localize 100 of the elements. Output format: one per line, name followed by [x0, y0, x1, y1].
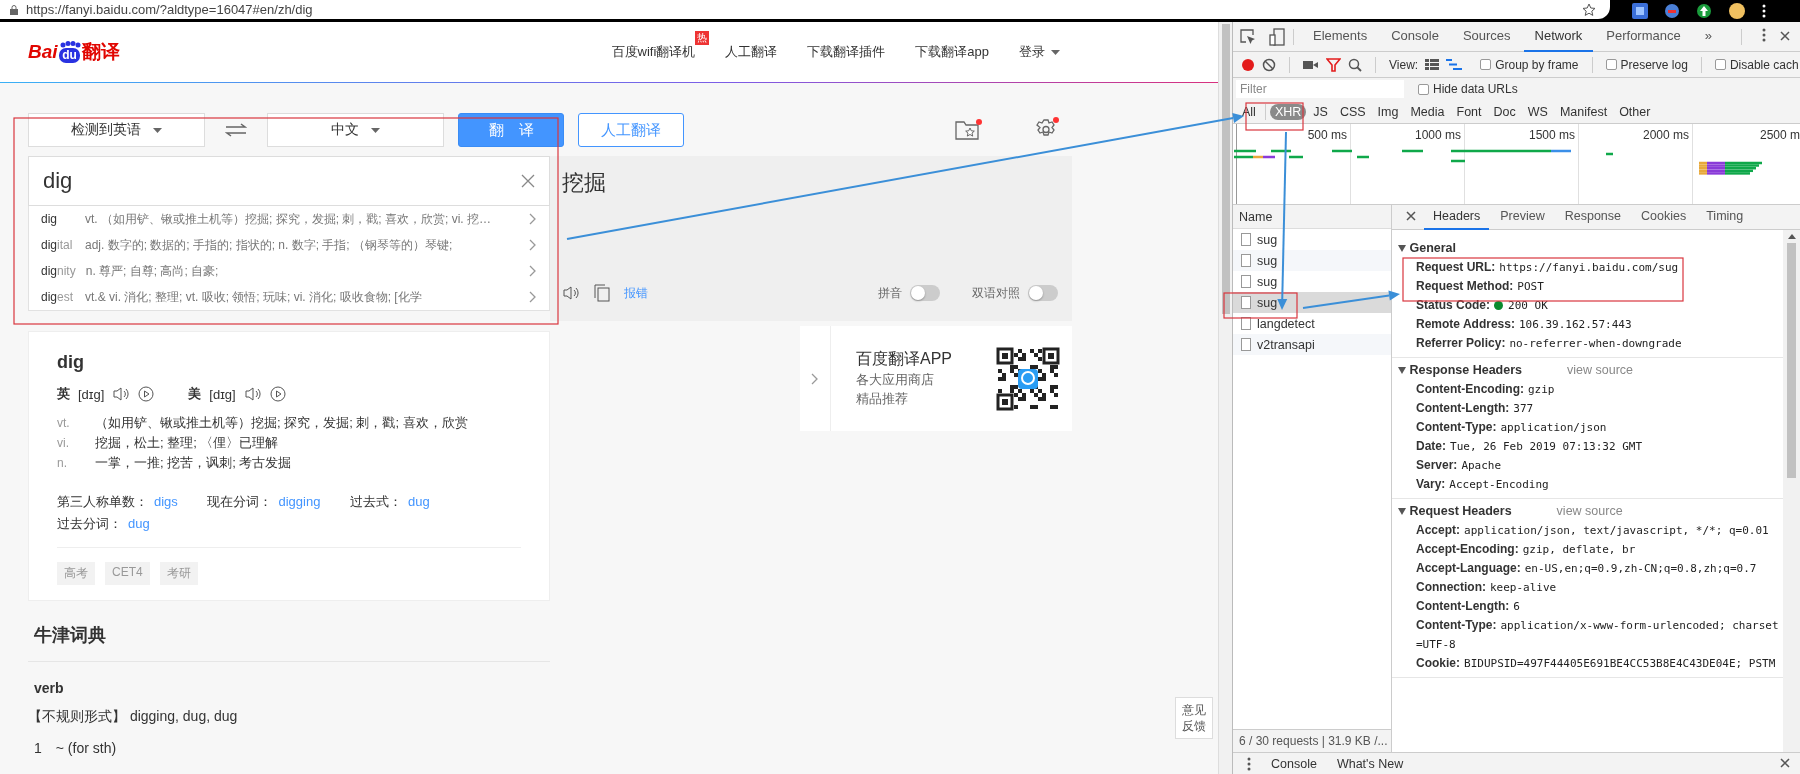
- lock-icon: [10, 4, 18, 15]
- section-header[interactable]: General: [1398, 241, 1457, 255]
- scrollbar-thumb[interactable]: [1221, 24, 1230, 314]
- search-icon[interactable]: [1348, 57, 1362, 72]
- list-view-icon[interactable]: [1425, 59, 1440, 70]
- section-header[interactable]: Response Headers: [1398, 363, 1523, 377]
- nav-link[interactable]: 人工翻译: [725, 43, 778, 61]
- more-menu-icon[interactable]: [1762, 28, 1766, 42]
- devtools-tab[interactable]: Elements: [1302, 21, 1379, 52]
- toggle-switch[interactable]: [910, 285, 940, 301]
- nav-link[interactable]: 登录: [1019, 43, 1060, 61]
- promo-title: 百度翻译APP: [856, 349, 953, 369]
- type-filter[interactable]: Other: [1614, 103, 1656, 120]
- promo-text: 各大应用商店: [856, 371, 935, 389]
- type-filter[interactable]: WS: [1522, 103, 1553, 120]
- speaker-icon[interactable]: [112, 386, 131, 402]
- column-header[interactable]: Name: [1233, 205, 1391, 229]
- detail-tab[interactable]: Headers: [1424, 204, 1490, 230]
- checkbox[interactable]: [1418, 83, 1429, 95]
- app-promo-card[interactable]: 百度翻译APP 各大应用商店 精品推荐: [800, 326, 1072, 431]
- devtools-tab[interactable]: Console: [1380, 21, 1450, 52]
- view-source-link[interactable]: view source: [1556, 504, 1623, 518]
- more-tabs-button[interactable]: »: [1693, 21, 1723, 52]
- type-filter[interactable]: Media: [1405, 103, 1450, 120]
- drawer-tab[interactable]: Console: [1271, 756, 1317, 771]
- expand-triangle-icon[interactable]: [1398, 367, 1406, 374]
- phonetic-text: [dɪg]: [209, 386, 236, 402]
- detail-tab[interactable]: Timing: [1697, 204, 1753, 230]
- devtools-tab[interactable]: Sources: [1451, 21, 1522, 52]
- record-icon[interactable]: [1241, 57, 1255, 72]
- device-toolbar-icon[interactable]: [1269, 27, 1285, 46]
- scrollbar-thumb[interactable]: [1787, 243, 1796, 478]
- detail-tab[interactable]: Cookies: [1632, 204, 1696, 230]
- inspect-icon[interactable]: [1239, 27, 1257, 46]
- checkbox[interactable]: [1714, 59, 1726, 70]
- nav-link[interactable]: 百度wifi翻译机: [611, 43, 696, 61]
- scroll-up-icon[interactable]: [1787, 234, 1796, 239]
- request-row[interactable]: langdetect: [1233, 313, 1391, 334]
- type-filter[interactable]: Font: [1451, 103, 1487, 120]
- speaker-icon[interactable]: [243, 386, 262, 402]
- definition-text: 挖掘，松土; 整理; 〈俚〉已理解: [95, 434, 279, 452]
- close-icon[interactable]: [521, 174, 535, 188]
- detail-tab[interactable]: Response: [1555, 204, 1630, 230]
- speaker-icon[interactable]: [562, 285, 580, 301]
- filter-icon[interactable]: [1326, 57, 1341, 72]
- section-header[interactable]: Request Headers: [1398, 504, 1512, 518]
- close-icon[interactable]: [1780, 30, 1790, 41]
- avatar-icon[interactable]: [1728, 2, 1746, 20]
- type-filter[interactable]: JS: [1308, 103, 1333, 120]
- type-filter[interactable]: Img: [1372, 103, 1404, 120]
- type-filter[interactable]: Manifest: [1554, 103, 1613, 120]
- baidu-logo[interactable]: Bai du 翻译: [28, 39, 120, 65]
- phonetic-text: [dɪg]: [78, 386, 105, 402]
- more-menu-icon[interactable]: [1762, 4, 1766, 18]
- folder-star-icon[interactable]: [954, 118, 982, 142]
- drawer-tab[interactable]: What's New: [1336, 756, 1404, 771]
- swap-icon[interactable]: [225, 123, 247, 137]
- request-row[interactable]: sug: [1233, 229, 1391, 250]
- expand-triangle-icon[interactable]: [1398, 508, 1406, 515]
- devtools-tab[interactable]: Performance: [1595, 21, 1692, 52]
- suggestion-item[interactable]: digest vt.& vi. 消化; 整理; vt. 吸收; 领悟; 玩味; vi. 消化; 吸收食物; [化学: [29, 284, 549, 310]
- star-icon[interactable]: [1582, 2, 1596, 17]
- expand-triangle-icon[interactable]: [1398, 245, 1406, 252]
- request-row[interactable]: sug: [1233, 250, 1391, 271]
- filter-field[interactable]: Filter: [1236, 80, 1404, 98]
- suggestion-item[interactable]: digital adj. 数字的; 数据的; 手指的; 指状的; n. 数字; 手指; （钢琴等的）琴键;: [29, 232, 549, 258]
- view-source-link[interactable]: view source: [1567, 363, 1634, 377]
- file-icon: [1241, 338, 1251, 351]
- qr-code-drawing: [996, 346, 1060, 411]
- feedback-button[interactable]: 意见反馈: [1175, 697, 1213, 739]
- sense-text: ~ (for sth): [55, 740, 117, 756]
- type-filter[interactable]: CSS: [1334, 103, 1371, 120]
- extension-icon[interactable]: [1696, 3, 1712, 19]
- nav-link[interactable]: 下载翻译插件: [807, 43, 886, 61]
- source-language-select[interactable]: 检测到英语: [28, 113, 205, 147]
- more-menu-icon[interactable]: [1247, 756, 1251, 771]
- detail-tab[interactable]: Preview: [1491, 204, 1554, 230]
- suggestion-item[interactable]: dig vt. （如用铲、锹或推土机等）挖掘; 探究，发掘; 刺，戳; 喜欢，欣赏; vi. 挖…: [29, 206, 549, 232]
- target-language-select[interactable]: 中文: [267, 113, 444, 147]
- close-icon[interactable]: [1780, 757, 1790, 768]
- play-circle-icon[interactable]: [138, 386, 155, 402]
- type-filter[interactable]: Doc: [1488, 103, 1521, 120]
- devtools-tab[interactable]: Network: [1523, 21, 1594, 52]
- suggestion-item[interactable]: dignity n. 尊严; 自尊; 高尚; 自豪;: [29, 258, 549, 284]
- request-row[interactable]: v2transapi: [1233, 334, 1391, 355]
- nav-link[interactable]: 下载翻译app: [915, 43, 989, 61]
- toggle-label: 拼音: [878, 284, 902, 302]
- checkbox[interactable]: [1480, 59, 1492, 70]
- checkbox[interactable]: [1605, 59, 1617, 70]
- source-text-field[interactable]: dig: [28, 156, 550, 206]
- url-text[interactable]: https://fanyi.baidu.com/?aldtype=16047#en/zh/dig: [26, 2, 313, 17]
- close-icon[interactable]: [1406, 211, 1416, 221]
- play-circle-icon[interactable]: [269, 386, 286, 402]
- checkbox-label: Disable cach: [1729, 57, 1799, 72]
- camera-icon[interactable]: [1303, 58, 1319, 71]
- waterfall-view-icon[interactable]: [1446, 59, 1463, 70]
- toggle-switch[interactable]: [1028, 285, 1058, 301]
- clear-icon[interactable]: [1262, 57, 1276, 72]
- request-row[interactable]: sug: [1233, 271, 1391, 292]
- header-row-text: Content-Length: 377: [1415, 400, 1535, 417]
